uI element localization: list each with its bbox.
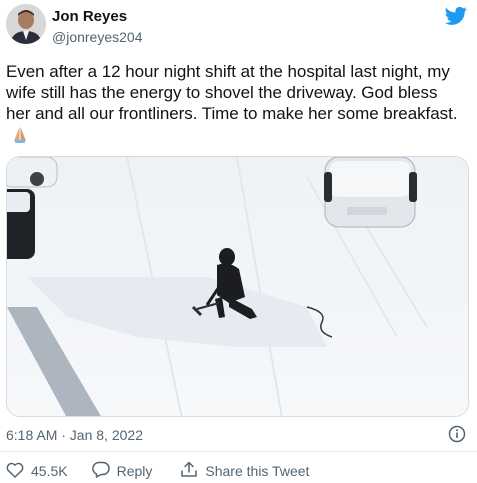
tweet-text: Even after a 12 hour night shift at the …	[6, 61, 466, 149]
info-icon[interactable]	[448, 425, 466, 443]
like-button[interactable]: 45.5K	[6, 462, 68, 481]
twitter-bird-icon[interactable]	[445, 6, 467, 26]
tweet-timestamp[interactable]: 6:18 AM · Jan 8, 2022	[6, 427, 143, 443]
share-button[interactable]: Share this Tweet	[180, 461, 309, 481]
author-block: Jon Reyes @jonreyes204	[52, 8, 143, 46]
avatar[interactable]	[6, 4, 46, 44]
tweet-photo[interactable]	[6, 156, 469, 417]
reply-label: Reply	[116, 463, 153, 479]
tweet-body: Even after a 12 hour night shift at the …	[6, 62, 458, 123]
reply-icon	[91, 461, 117, 481]
heart-icon	[6, 462, 31, 481]
author-handle[interactable]: @jonreyes204	[52, 28, 143, 46]
tweet-card: Jon Reyes @jonreyes204 Even after a 12 h…	[0, 0, 477, 483]
tweet-actions: 45.5K Reply Share this Tweet	[6, 461, 309, 481]
folded-hands-emoji	[10, 124, 30, 149]
reply-button[interactable]: Reply	[91, 461, 153, 481]
share-icon	[180, 461, 205, 481]
author-name[interactable]: Jon Reyes	[52, 8, 143, 26]
share-label: Share this Tweet	[205, 463, 310, 479]
like-count: 45.5K	[31, 463, 68, 479]
divider	[0, 451, 477, 452]
